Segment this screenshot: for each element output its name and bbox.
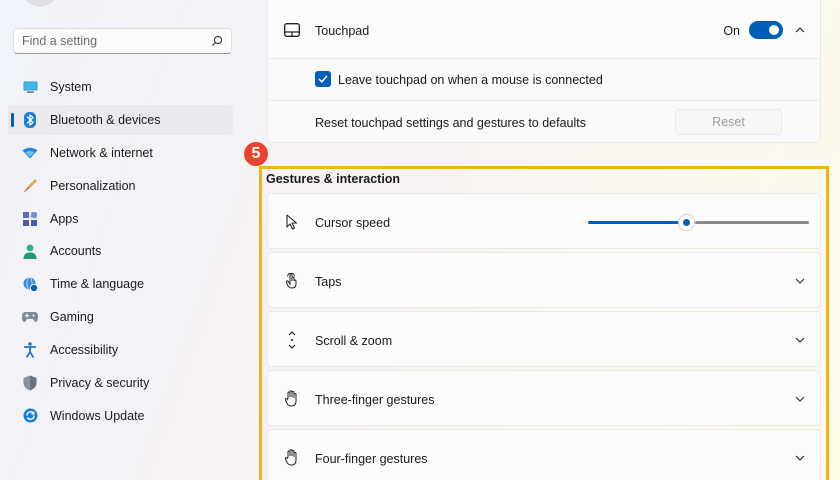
taps-row[interactable]: Taps <box>267 252 821 308</box>
sidebar-item-system[interactable]: System <box>8 72 233 102</box>
sidebar-item-label: Gaming <box>50 310 94 325</box>
sidebar-item-label: Personalization <box>50 178 136 193</box>
sidebar-item-time-language[interactable]: Time & language <box>8 269 233 299</box>
cursor-speed-slider-fill[interactable] <box>588 221 686 224</box>
cursor-icon <box>284 214 300 230</box>
chevron-up-icon[interactable] <box>794 24 806 36</box>
sidebar-item-accessibility[interactable]: Accessibility <box>8 335 233 365</box>
checkmark-icon <box>318 75 328 83</box>
sidebar-item-label: Windows Update <box>50 408 145 423</box>
scroll-zoom-label: Scroll & zoom <box>315 334 393 348</box>
hand-icon <box>284 389 300 407</box>
sidebar-item-label: Network & internet <box>50 145 153 160</box>
taps-label: Taps <box>315 275 342 289</box>
three-finger-gestures-row[interactable]: Three-finger gestures <box>267 370 821 426</box>
brush-icon <box>22 178 38 194</box>
sidebar-item-personalization[interactable]: Personalization <box>8 171 233 201</box>
four-finger-gestures-label: Four-finger gestures <box>315 452 428 466</box>
cursor-speed-label: Cursor speed <box>315 216 391 230</box>
sidebar-item-label: Bluetooth & devices <box>50 112 161 127</box>
sidebar-item-label: Accessibility <box>50 343 119 358</box>
touchpad-icon <box>284 22 300 38</box>
avatar[interactable] <box>20 0 60 6</box>
three-finger-gestures-label: Three-finger gestures <box>315 393 435 407</box>
touchpad-card[interactable]: Touchpad On <box>267 0 821 60</box>
wifi-icon <box>22 145 38 161</box>
search-input[interactable] <box>22 34 211 48</box>
annotation-badge: 5 <box>244 142 268 166</box>
cursor-speed-slider-thumb[interactable] <box>678 214 695 231</box>
sidebar-item-privacy-security[interactable]: Privacy & security <box>8 368 233 398</box>
touchpad-toggle[interactable] <box>749 21 783 39</box>
sidebar: System Bluetooth & devices Network & int… <box>0 0 245 480</box>
chevron-down-icon[interactable] <box>794 334 806 346</box>
person-icon <box>22 243 38 259</box>
toggle-state-text: On <box>723 24 740 38</box>
sidebar-item-label: Time & language <box>50 277 145 292</box>
globe-clock-icon <box>22 276 38 292</box>
sidebar-item-label: Accounts <box>50 244 102 259</box>
search-icon[interactable] <box>211 35 223 47</box>
section-title: Gestures & interaction <box>266 172 401 186</box>
sidebar-item-bluetooth-devices[interactable]: Bluetooth & devices <box>8 104 233 135</box>
reset-button[interactable]: Reset <box>675 109 782 135</box>
scroll-icon <box>284 331 300 349</box>
sidebar-item-label: System <box>50 80 92 94</box>
update-icon <box>22 408 38 424</box>
divider <box>268 100 820 101</box>
four-finger-gestures-row[interactable]: Four-finger gestures <box>267 429 821 480</box>
sidebar-item-label: Apps <box>50 211 79 226</box>
chevron-down-icon[interactable] <box>794 275 806 287</box>
search-box[interactable] <box>13 28 232 54</box>
sidebar-nav: System Bluetooth & devices Network & int… <box>0 72 245 434</box>
sidebar-item-network-internet[interactable]: Network & internet <box>8 138 233 168</box>
accessibility-icon <box>22 342 38 359</box>
tap-icon <box>284 273 300 289</box>
leave-touchpad-on-label: Leave touchpad on when a mouse is connec… <box>338 73 603 87</box>
bluetooth-icon <box>22 111 38 128</box>
touchpad-options: Leave touchpad on when a mouse is connec… <box>267 58 821 143</box>
chevron-down-icon[interactable] <box>794 393 806 405</box>
shield-icon <box>22 375 38 391</box>
sidebar-item-label: Privacy & security <box>50 376 150 391</box>
sidebar-item-apps[interactable]: Apps <box>8 204 233 234</box>
sidebar-item-windows-update[interactable]: Windows Update <box>8 401 233 431</box>
touchpad-label: Touchpad <box>315 24 370 38</box>
cursor-speed-slider-track[interactable] <box>695 221 809 224</box>
cursor-speed-row: Cursor speed <box>267 193 821 249</box>
hand-icon <box>284 448 300 466</box>
leave-touchpad-on-checkbox[interactable] <box>315 71 331 87</box>
system-icon <box>22 79 38 95</box>
sidebar-item-gaming[interactable]: Gaming <box>8 302 233 332</box>
gamepad-icon <box>22 309 38 325</box>
chevron-down-icon[interactable] <box>794 452 806 464</box>
scroll-zoom-row[interactable]: Scroll & zoom <box>267 311 821 367</box>
apps-icon <box>22 211 38 227</box>
reset-label: Reset touchpad settings and gestures to … <box>315 116 587 130</box>
sidebar-item-accounts[interactable]: Accounts <box>8 236 233 266</box>
